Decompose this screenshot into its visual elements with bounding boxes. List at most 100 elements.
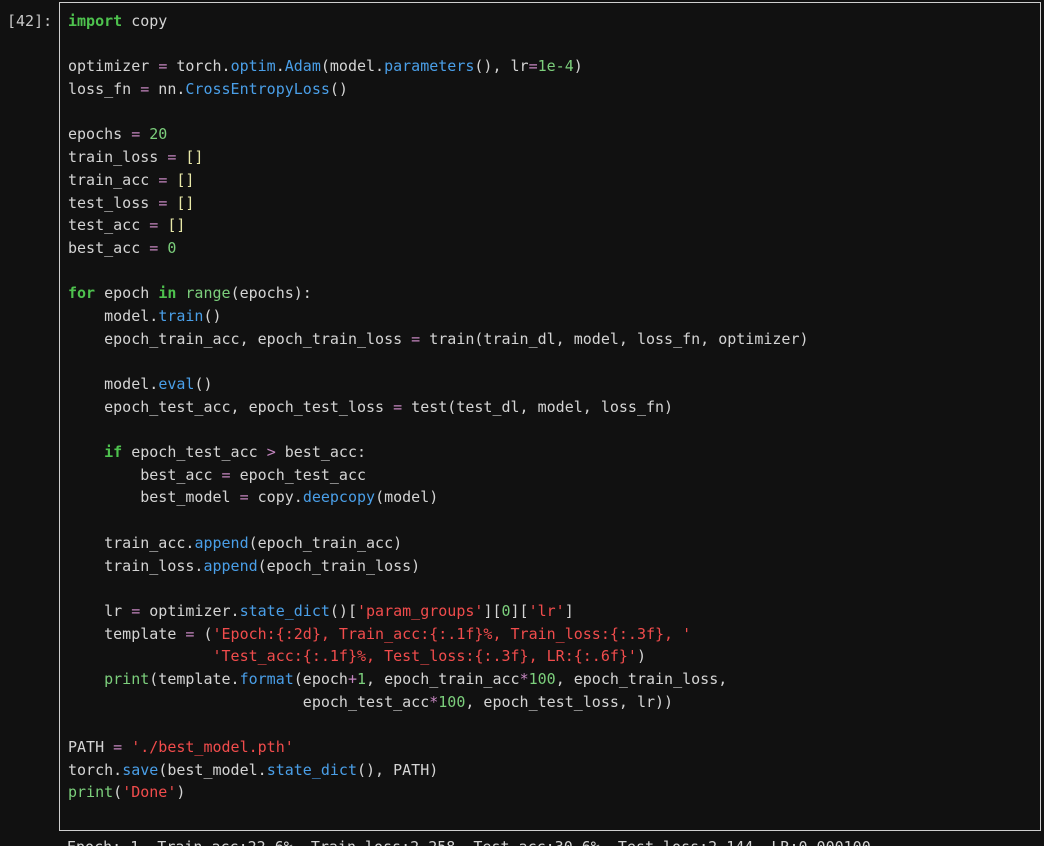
code-token: 100	[438, 692, 466, 711]
code-token: (best_model.	[158, 760, 267, 779]
code-token: epoch_test_acc	[68, 692, 430, 711]
code-token: )	[636, 647, 646, 666]
code-token: optim	[230, 57, 276, 76]
code-line: import copy	[68, 10, 809, 33]
code-token: print	[104, 669, 150, 688]
code-token: =	[158, 57, 168, 76]
code-token: 'lr'	[528, 601, 565, 620]
code-token: (	[113, 783, 123, 802]
code-token: for	[68, 284, 96, 303]
code-token: print	[68, 783, 114, 802]
code-token: *	[429, 692, 439, 711]
code-line: train_loss = []	[68, 146, 809, 169]
code-cell[interactable]: import copy optimizer = torch.optim.Adam…	[59, 2, 1041, 831]
code-token: (epochs):	[230, 284, 312, 303]
code-token: =	[411, 329, 421, 348]
code-token: 100	[528, 669, 556, 688]
code-token: epoch_train_acc, epoch_train_loss	[68, 329, 412, 348]
code-token: 0	[167, 238, 177, 257]
code-token: best_model	[68, 488, 240, 507]
code-token: 1e-4	[537, 57, 574, 76]
code-token: =	[158, 193, 168, 212]
code-line: test_acc = []	[68, 214, 809, 237]
code-token: deepcopy	[302, 488, 376, 507]
code-token: epoch_test_acc	[122, 443, 267, 462]
code-token: train	[158, 306, 204, 325]
code-token: =	[528, 57, 538, 76]
code-token: if	[104, 443, 123, 462]
code-line: PATH = './best_model.pth'	[68, 736, 809, 759]
code-token: template	[68, 624, 186, 643]
code-token: './best_model.pth'	[131, 738, 294, 756]
code-token: ][	[483, 601, 502, 620]
code-token: []	[185, 148, 204, 167]
code-token: save	[122, 760, 159, 779]
code-editor[interactable]: import copy optimizer = torch.optim.Adam…	[68, 10, 809, 804]
code-token: Adam	[284, 57, 321, 76]
code-token: 0	[501, 601, 511, 620]
code-token: )	[573, 57, 583, 76]
code-token: (epoch_train_loss)	[257, 556, 421, 575]
code-token: epoch_test_acc	[230, 465, 367, 484]
code-token: model.	[68, 375, 159, 393]
code-token: test_loss	[68, 193, 159, 212]
code-token: epochs	[68, 125, 132, 144]
code-token: 1	[357, 669, 367, 688]
code-token: 'param_groups'	[357, 601, 484, 620]
code-line: best_model = copy.deepcopy(model)	[68, 486, 809, 509]
code-token: append	[194, 533, 249, 552]
code-token: format	[239, 669, 294, 688]
code-line: torch.save(best_model.state_dict(), PATH…	[68, 759, 809, 782]
code-line: best_acc = 0	[68, 237, 809, 260]
code-line: epoch_train_acc, epoch_train_loss = trai…	[68, 328, 809, 351]
code-token: *	[519, 669, 529, 688]
code-token: train(train_dl, model, loss_fn, optimize…	[420, 329, 809, 348]
cell-output: Epoch: 1, Train_acc:22.6%, Train_loss:2.…	[67, 836, 871, 846]
code-token: PATH	[68, 738, 114, 756]
code-line: train_acc = []	[68, 169, 809, 192]
code-token: torch.	[68, 760, 123, 779]
code-line: print('Done')	[68, 781, 809, 804]
code-line: train_loss.append(epoch_train_loss)	[68, 555, 809, 578]
code-token: =	[131, 601, 141, 620]
code-line: template = ('Epoch:{:2d}, Train_acc:{:.1…	[68, 623, 809, 646]
code-token: nn.	[149, 80, 186, 99]
code-token: ()	[203, 306, 222, 325]
code-token: eval	[158, 375, 195, 393]
code-token: []	[176, 193, 195, 212]
code-token: (epoch_train_acc)	[248, 533, 403, 552]
cell-execution-prompt: [42]:	[7, 12, 53, 30]
code-token: (	[194, 624, 213, 643]
code-token: 20	[149, 125, 168, 144]
code-token: ]	[564, 601, 574, 620]
code-line: model.train()	[68, 305, 809, 328]
code-token: ][	[510, 601, 529, 620]
code-token: =	[113, 738, 123, 756]
code-token: copy	[122, 12, 168, 30]
code-line: if epoch_test_acc > best_acc:	[68, 441, 809, 464]
code-line: epochs = 20	[68, 123, 809, 146]
code-line: test_loss = []	[68, 192, 809, 215]
code-line: epoch_test_acc, epoch_test_loss = test(t…	[68, 396, 809, 419]
code-token: 'Done'	[122, 783, 177, 802]
code-token: ()	[194, 375, 213, 393]
code-token: epoch_test_acc, epoch_test_loss	[68, 397, 394, 416]
code-token: train_loss	[68, 148, 168, 167]
code-token: []	[176, 170, 195, 189]
code-token: =	[131, 125, 141, 144]
code-line: 'Test_acc:{:.1f}%, Test_loss:{:.3f}, LR:…	[68, 645, 809, 668]
code-token: loss_fn	[68, 80, 141, 99]
code-token: []	[167, 216, 186, 235]
code-token: copy.	[248, 488, 303, 507]
code-token: (epoch	[293, 669, 348, 688]
code-token: optimizer.	[140, 601, 240, 620]
